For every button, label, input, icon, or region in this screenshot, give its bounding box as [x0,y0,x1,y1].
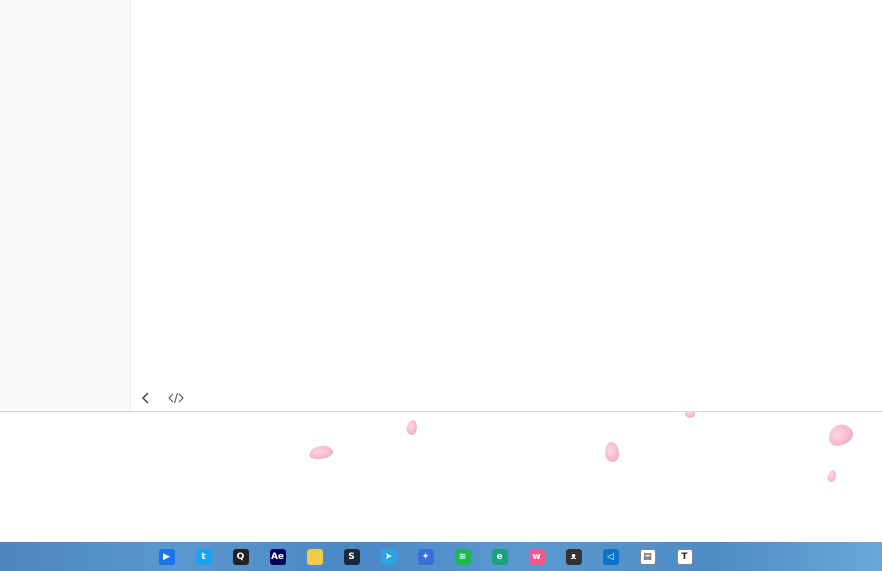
vscode-icon: ◁ [602,548,619,565]
taskbar-app-typora[interactable]: T [666,542,703,571]
taskbar-app-after-effects[interactable]: Ae [259,542,296,571]
spotify-icon: ≋ [454,548,471,565]
penguin-icon: Q [232,548,249,565]
sidebar [0,0,131,411]
taskbar-apps: ▶ t Q Ae S ➤ ✦ ≋ e w ᴥ ◁ ▤ T [148,542,703,571]
taskbar-wallpaper-strip [0,542,148,571]
petal [604,441,620,463]
bird-icon: t [195,548,212,565]
steam-icon: S [343,548,360,565]
taskbar-app-file-explorer[interactable] [296,542,333,571]
taskbar-app-pink-app[interactable]: w [518,542,555,571]
petal [405,419,419,436]
code-icon[interactable] [161,384,191,411]
taskbar-app-vscode[interactable]: ◁ [592,542,629,571]
taskbar-app-cat-app[interactable]: ᴥ [555,542,592,571]
taskbar-app-telegram[interactable]: ➤ [370,542,407,571]
taskbar-app-spotify[interactable]: ≋ [444,542,481,571]
cat-icon: ᴥ [565,548,582,565]
ae-icon: Ae [269,548,286,565]
taskbar-app-bird-app[interactable]: ✦ [407,542,444,571]
paper-plane-icon: ➤ [380,548,397,565]
news-icon: ▤ [639,548,656,565]
folder-icon [306,548,323,565]
taskbar-app-news-app[interactable]: ▤ [629,542,666,571]
swallow-icon: ✦ [417,548,434,565]
petal [685,412,695,418]
typora-icon: T [676,548,693,565]
app-window [0,0,882,412]
taskbar-app-qq[interactable]: Q [222,542,259,571]
desktop-wallpaper [0,412,882,542]
taskbar-app-twitter[interactable]: t [185,542,222,571]
taskbar-app-steam[interactable]: S [333,542,370,571]
taskbar: ▶ t Q Ae S ➤ ✦ ≋ e w ᴥ ◁ ▤ T [0,542,882,571]
play-icon: ▶ [158,548,175,565]
taskbar-app-edge[interactable]: e [481,542,518,571]
status-bar [131,384,882,411]
petal [308,444,334,461]
editor-area[interactable] [131,0,882,384]
pink-app-icon: w [528,548,545,565]
petal [824,420,857,450]
petal [826,469,838,483]
edge-icon: e [491,548,508,565]
chevron-left-icon[interactable] [131,384,161,411]
taskbar-app-bilibili-like-app[interactable]: ▶ [148,542,185,571]
